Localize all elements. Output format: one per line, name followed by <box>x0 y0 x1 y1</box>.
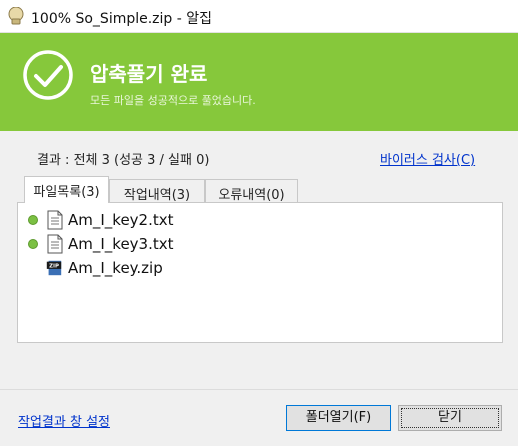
completion-banner: 압축풀기 완료 모든 파일을 성공적으로 풀었습니다. <box>0 33 518 131</box>
checkmark-icon <box>23 50 73 100</box>
svg-text:ZIP: ZIP <box>49 264 59 270</box>
virus-scan-link[interactable]: 바이러스 검사(C) <box>380 149 475 168</box>
tab-error-history[interactable]: 오류내역(0) <box>205 179 298 203</box>
result-window-settings-link[interactable]: 작업결과 창 설정 <box>18 411 110 430</box>
banner-title: 압축풀기 완료 <box>90 62 208 86</box>
banner-subtitle: 모든 파일을 성공적으로 풀었습니다. <box>90 94 256 107</box>
list-item[interactable]: Am_I_key2.txt <box>18 209 502 231</box>
footer-divider <box>0 389 518 390</box>
window-title: 100% So_Simple.zip - 알집 <box>31 11 213 27</box>
list-item[interactable]: ZIP Am_I_key.zip <box>18 257 502 279</box>
file-list-panel[interactable]: Am_I_key2.txt Am_I_key3.txt ZIP Am_I_key… <box>17 202 503 343</box>
focus-ring <box>401 408 499 428</box>
success-status-icon <box>28 239 38 249</box>
zip-file-icon: ZIP <box>46 260 62 276</box>
text-file-icon <box>47 234 63 254</box>
close-button[interactable]: 닫기 <box>398 405 502 431</box>
list-item[interactable]: Am_I_key3.txt <box>18 233 502 255</box>
text-file-icon <box>47 210 63 230</box>
success-status-icon <box>28 215 38 225</box>
alzip-app-icon <box>8 7 24 25</box>
result-summary: 결과 : 전체 3 (성공 3 / 실패 0) <box>37 153 210 168</box>
open-folder-button[interactable]: 폴더열기(F) <box>286 405 391 431</box>
tab-file-list[interactable]: 파일목록(3) <box>24 176 109 203</box>
file-name: Am_I_key2.txt <box>68 211 174 229</box>
title-bar: 100% So_Simple.zip - 알집 <box>0 0 518 33</box>
tab-job-history[interactable]: 작업내역(3) <box>109 179 205 203</box>
file-name: Am_I_key.zip <box>68 259 163 277</box>
file-name: Am_I_key3.txt <box>68 235 174 253</box>
